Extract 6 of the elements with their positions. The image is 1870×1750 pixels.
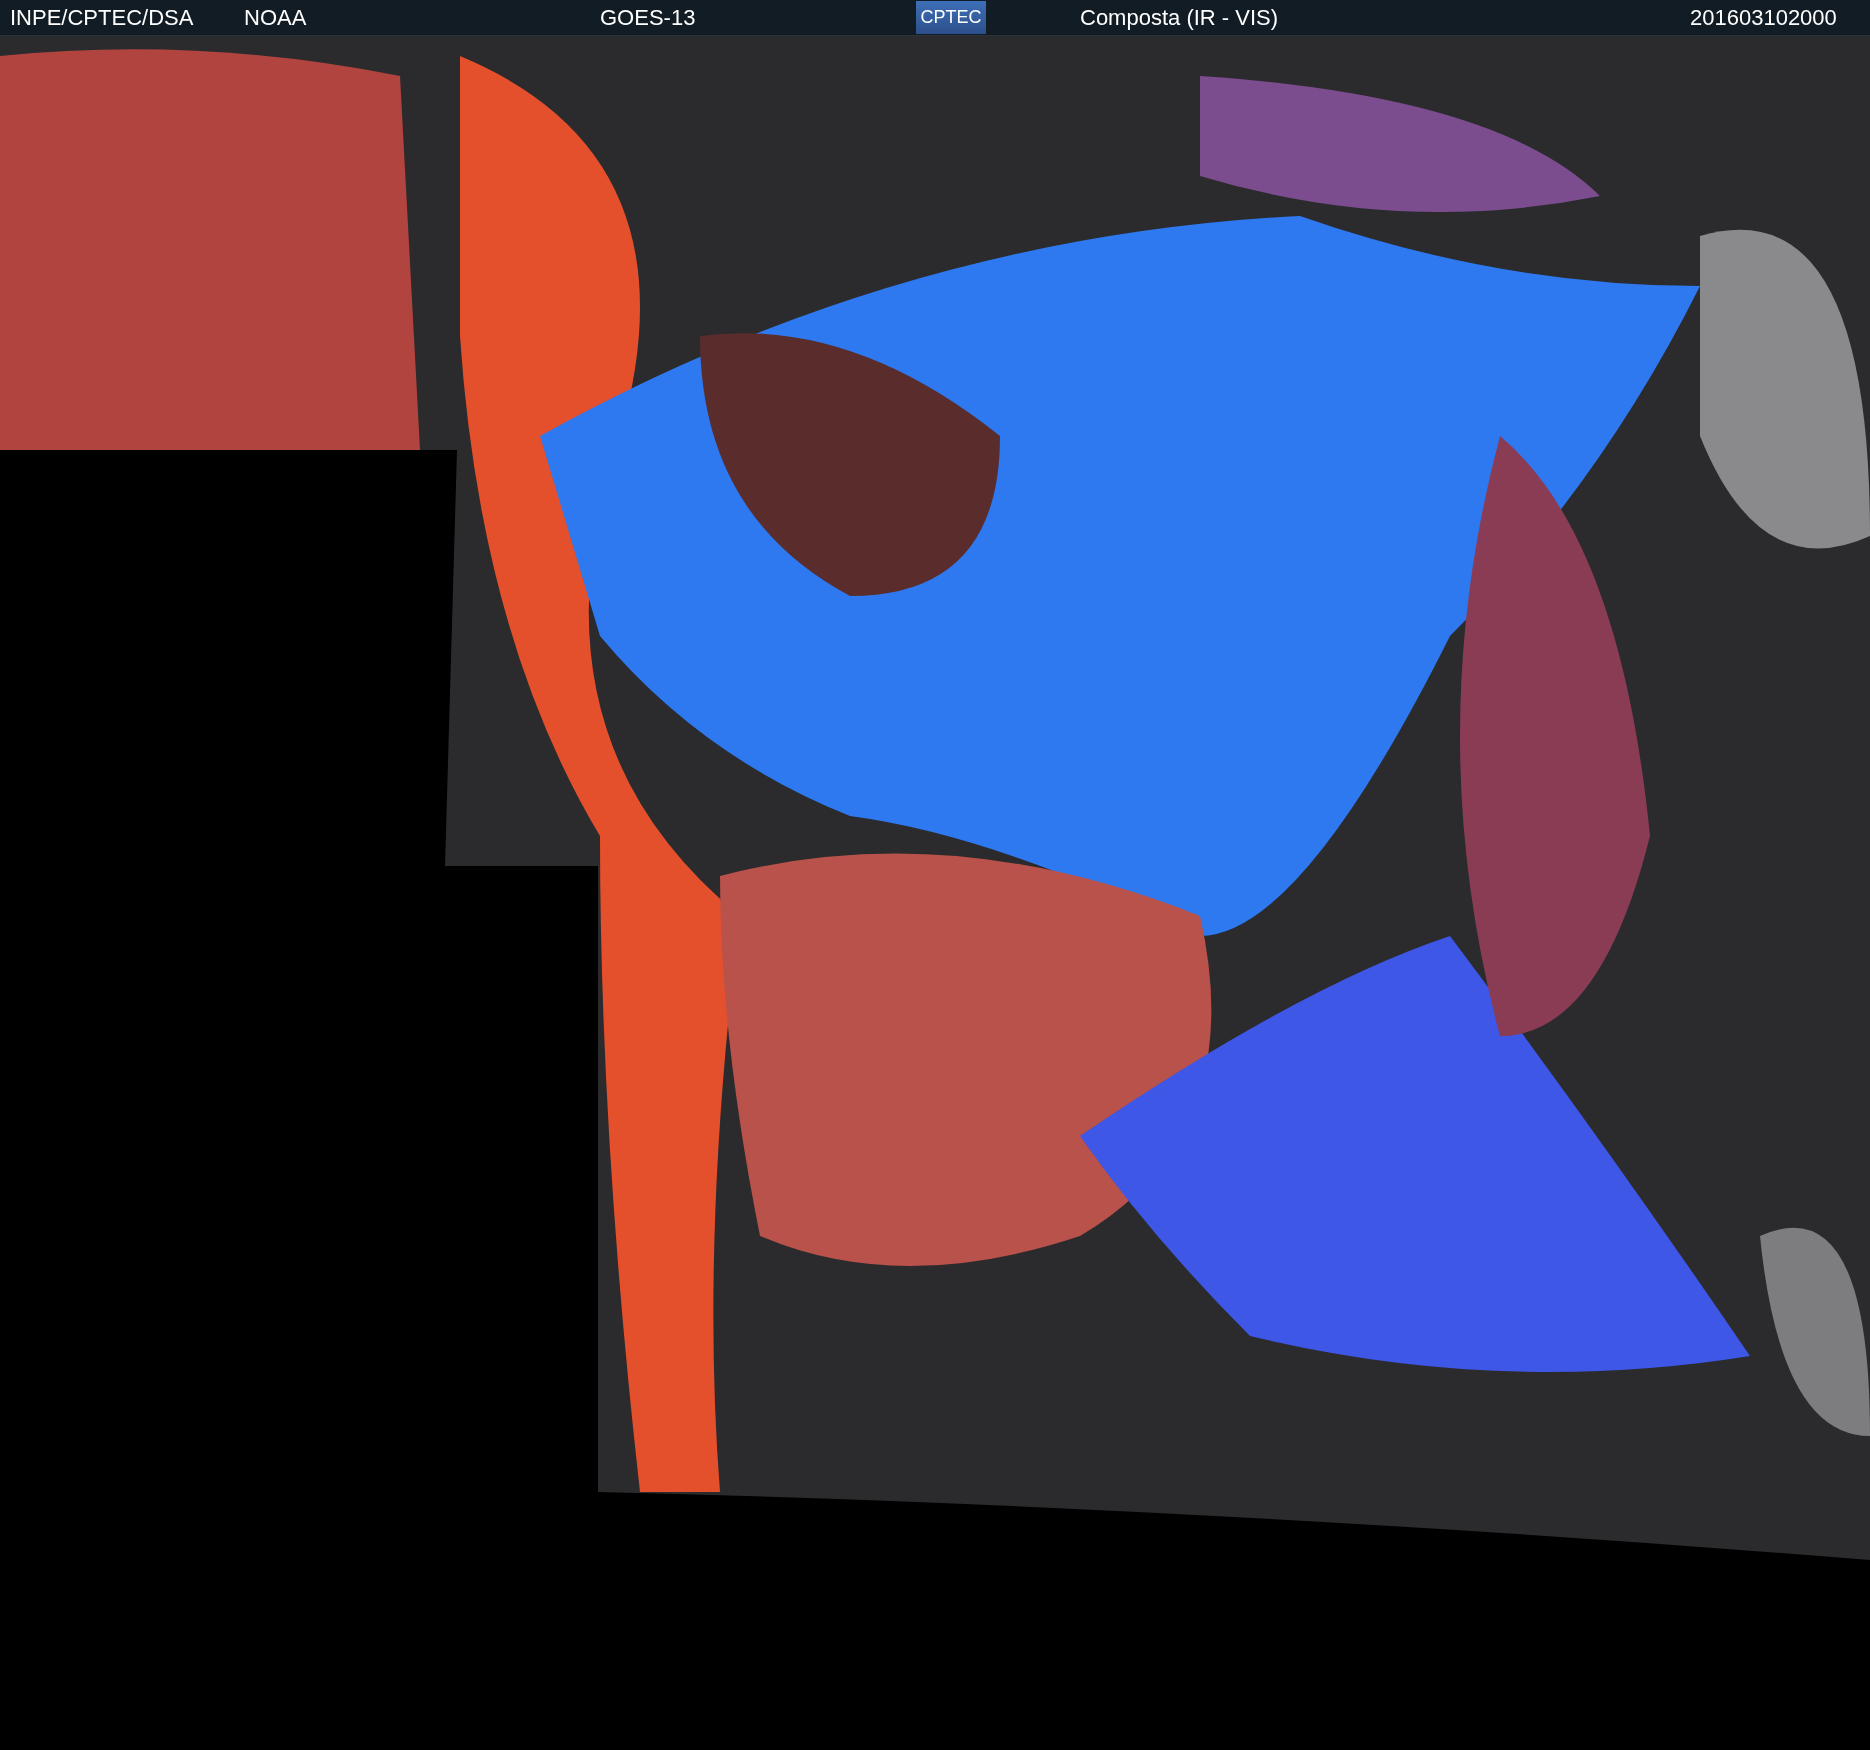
satellite-label: GOES-13 bbox=[600, 5, 696, 31]
source-label: INPE/CPTEC/DSA bbox=[10, 5, 194, 31]
logo: CPTEC bbox=[916, 1, 986, 34]
timestamp-label: 201603102000 bbox=[1690, 5, 1837, 31]
product-label: Composta (IR - VIS) bbox=[1080, 5, 1279, 31]
agency-label: NOAA bbox=[244, 5, 307, 31]
